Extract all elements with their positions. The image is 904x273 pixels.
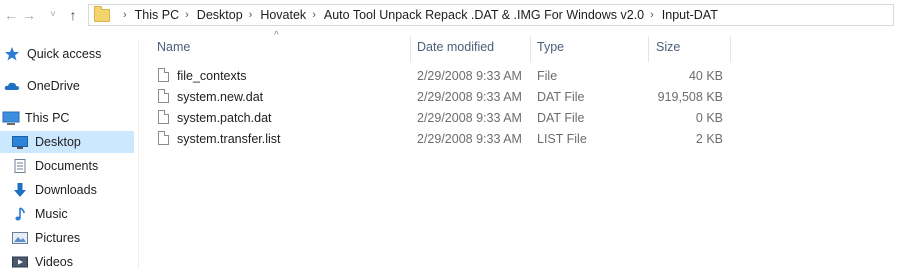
file-row[interactable]: file_contexts 2/29/2008 9:33 AM File 40 … [157, 66, 732, 86]
pictures-icon [12, 231, 28, 245]
chevron-right-icon[interactable]: › [249, 9, 253, 21]
cloud-icon [4, 79, 20, 93]
file-date-modified: 2/29/2008 9:33 AM [417, 132, 522, 146]
sidebar-item-label: OneDrive [27, 79, 80, 93]
file-size: 0 KB [695, 111, 723, 125]
computer-icon [2, 111, 20, 125]
file-name: system.transfer.list [177, 132, 281, 146]
breadcrumb-this-pc[interactable]: This PC [135, 8, 179, 22]
column-header-name[interactable]: Name [157, 36, 407, 58]
sidebar-item-label: Music [35, 207, 68, 221]
file-type: DAT File [537, 111, 585, 125]
file-size: 2 KB [695, 132, 723, 146]
sidebar-item-label: Quick access [27, 47, 102, 61]
column-header-date-modified[interactable]: Date modified [417, 36, 527, 58]
file-icon [158, 110, 169, 124]
sidebar-item-label: Desktop [35, 135, 81, 149]
file-date-modified: 2/29/2008 9:33 AM [417, 90, 522, 104]
column-divider[interactable] [648, 36, 649, 62]
column-divider[interactable] [730, 36, 731, 62]
file-name: system.new.dat [177, 90, 264, 104]
file-type: LIST File [537, 132, 587, 146]
address-bar[interactable]: › This PC › Desktop › Hovatek › Auto Too… [88, 4, 894, 26]
chevron-right-icon[interactable]: › [650, 9, 654, 21]
breadcrumb-desktop[interactable]: Desktop [197, 8, 243, 22]
music-icon [12, 207, 28, 221]
forward-button[interactable]: → [20, 6, 38, 24]
file-date-modified: 2/29/2008 9:33 AM [417, 111, 522, 125]
sidebar-item-label: Pictures [35, 231, 81, 245]
sidebar-item-downloads[interactable]: Downloads [12, 179, 134, 201]
file-icon [158, 131, 169, 145]
sidebar-item-label: This PC [25, 111, 70, 125]
file-name: system.patch.dat [177, 111, 272, 125]
chevron-right-icon[interactable]: › [312, 9, 316, 21]
sidebar-item-pictures[interactable]: Pictures [12, 227, 134, 249]
folder-icon [94, 5, 110, 22]
file-size: 919,508 KB [657, 90, 723, 104]
recent-locations-chevron-icon[interactable]: ˅ [44, 6, 62, 24]
file-icon [158, 89, 169, 103]
breadcrumb-input-dat[interactable]: Input-DAT [662, 8, 718, 22]
file-row[interactable]: system.patch.dat 2/29/2008 9:33 AM DAT F… [157, 108, 732, 128]
back-button[interactable]: ← [2, 6, 20, 24]
chevron-right-icon[interactable]: › [185, 9, 189, 21]
file-date-modified: 2/29/2008 9:33 AM [417, 69, 522, 83]
column-divider[interactable] [410, 36, 411, 62]
column-header-type[interactable]: Type [537, 36, 647, 58]
star-icon [4, 47, 20, 61]
sidebar-item-label: Documents [35, 159, 99, 173]
file-row[interactable]: system.transfer.list 2/29/2008 9:33 AM L… [157, 129, 732, 149]
breadcrumb-hovatek[interactable]: Hovatek [260, 8, 306, 22]
sidebar-item-videos[interactable]: Videos [12, 251, 134, 273]
file-icon [158, 68, 169, 82]
navigation-bar: ← → ˅ ↑ › This PC › Desktop › Hovatek › … [0, 0, 904, 32]
sidebar-item-music[interactable]: Music [12, 203, 134, 225]
videos-icon [12, 255, 28, 269]
sidebar-item-label: Downloads [35, 183, 97, 197]
sidebar-item-desktop[interactable]: Desktop [0, 131, 134, 153]
sidebar-item-this-pc[interactable]: This PC [2, 107, 134, 129]
up-button[interactable]: ↑ [64, 6, 82, 24]
file-type: DAT File [537, 90, 585, 104]
sidebar-item-quick-access[interactable]: Quick access [4, 43, 134, 65]
navigation-pane: Quick access OneDrive This PC Desktop Do… [0, 40, 139, 269]
file-size: 40 KB [688, 69, 723, 83]
desktop-icon [12, 135, 28, 149]
sidebar-item-label: Videos [35, 255, 73, 269]
breadcrumb-auto-tool[interactable]: Auto Tool Unpack Repack .DAT & .IMG For … [324, 8, 644, 22]
download-icon [12, 183, 28, 197]
file-type: File [537, 69, 558, 83]
column-divider[interactable] [530, 36, 531, 62]
chevron-right-icon[interactable]: › [123, 9, 127, 21]
file-row[interactable]: system.new.dat 2/29/2008 9:33 AM DAT Fil… [157, 87, 732, 107]
sidebar-item-documents[interactable]: Documents [12, 155, 134, 177]
documents-icon [12, 159, 28, 173]
sidebar-item-onedrive[interactable]: OneDrive [4, 75, 134, 97]
column-header-size[interactable]: Size [656, 36, 726, 58]
file-name: file_contexts [177, 69, 247, 83]
